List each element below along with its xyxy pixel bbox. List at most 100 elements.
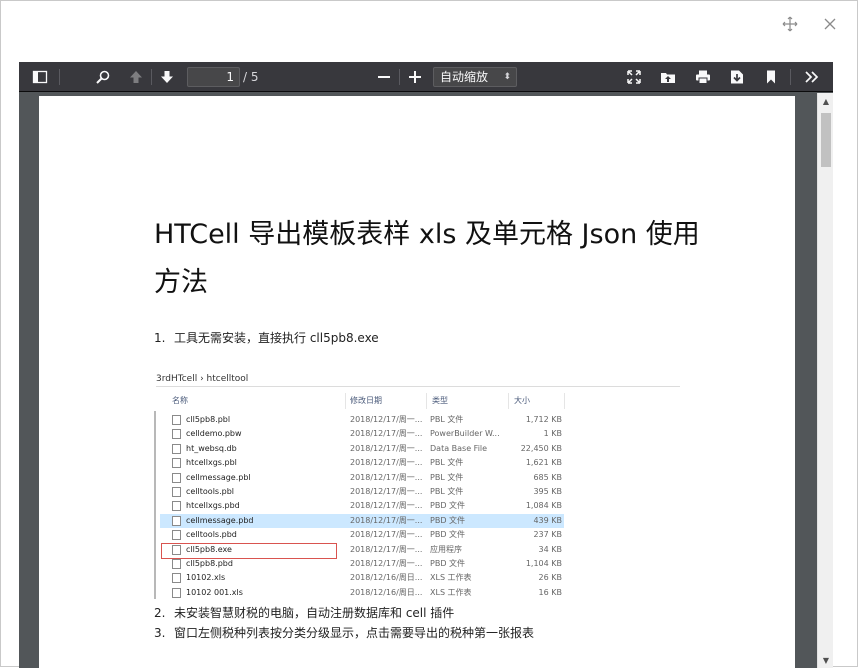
file-icon — [172, 515, 181, 526]
file-row[interactable]: htcellxgs.pbd 2018/12/17/周一... PBD 文件 1,084… — [160, 499, 564, 513]
file-row[interactable]: 10102 001.xls 2018/12/16/周日... XLS 工作表 16 K… — [160, 586, 564, 599]
file-date: 2018/12/17/周一... — [350, 443, 423, 453]
highlight-box — [161, 543, 337, 559]
file-name: celltools.pbl — [186, 487, 235, 496]
file-row[interactable]: ht_websq.db 2018/12/17/周一... Data Base Fil… — [160, 442, 564, 456]
file-type: PBL 文件 — [430, 458, 464, 468]
breadcrumb: 3rdHTcell › htcelltool — [156, 371, 680, 387]
presentation-mode-icon[interactable] — [623, 66, 645, 88]
explorer-screenshot: 3rdHTcell › htcelltool 名称 修改日期 类型 大小 cll… — [154, 371, 680, 599]
zoom-in-button[interactable] — [404, 66, 426, 88]
zoom-value: 自动缩放 — [440, 70, 489, 84]
column-header-size: 大小 — [514, 396, 530, 405]
move-icon[interactable] — [781, 15, 799, 33]
document-title: HTCell 导出模板表样 xls 及单元格 Json 使用方法 — [154, 219, 700, 298]
bookmark-icon[interactable] — [760, 66, 782, 88]
scroll-down-icon[interactable]: ▼ — [818, 652, 833, 668]
file-date: 2018/12/17/周一... — [350, 429, 423, 439]
file-icon — [172, 458, 181, 469]
file-date: 2018/12/17/周一... — [350, 501, 423, 511]
step-text: 窗口左侧税种列表按分类分级显示，点击需要导出的税种第一张报表 — [174, 626, 535, 640]
file-name: cll5pb8.pbl — [186, 415, 231, 424]
open-file-icon[interactable] — [657, 66, 679, 88]
file-date: 2018/12/16/周日... — [350, 573, 423, 583]
step-2: 2. 未安装智慧财税的电脑，自动注册数据库和 cell 插件 — [154, 604, 454, 621]
file-row[interactable]: cll5pb8.pbl 2018/12/17/周一... PBL 文件 1,712 K… — [160, 413, 564, 427]
file-name: cellmessage.pbd — [186, 515, 254, 525]
file-type: 应用程序 — [430, 544, 462, 554]
step-text: 工具无需安装，直接执行 cll5pb8.exe — [174, 331, 379, 345]
file-name: 10102 001.xls — [186, 587, 243, 597]
file-size: 1,084 KB — [525, 501, 562, 511]
document-area[interactable]: HTCell 导出模板表样 xls 及单元格 Json 使用方法 1. 工具无需安… — [19, 93, 817, 668]
file-icon — [172, 530, 181, 541]
page-number-input[interactable]: 1 — [187, 67, 240, 87]
pdf-page: HTCell 导出模板表样 xls 及单元格 Json 使用方法 1. 工具无需安… — [39, 96, 795, 668]
print-icon[interactable] — [692, 66, 714, 88]
pdf-viewer: 1 / 5 自动缩放 ⬍ HTCell 导出模板表样 xls 及单元格 Json… — [19, 62, 833, 668]
file-row[interactable]: celltools.pbd 2018/12/17/周一... PBD 文件 237 K… — [160, 528, 564, 542]
file-size: 1,712 KB — [525, 415, 562, 424]
file-row[interactable]: htcellxgs.pbl 2018/12/17/周一... PBL 文件 1,621… — [160, 456, 564, 470]
file-name: 10102.xls — [186, 573, 226, 583]
column-divider — [564, 393, 565, 409]
file-type: PBD 文件 — [430, 530, 466, 540]
file-date: 2018/12/17/周一... — [350, 472, 423, 482]
file-name: celltools.pbd — [186, 530, 237, 540]
step-number: 1. — [154, 331, 166, 345]
toolbar-divider — [790, 69, 791, 85]
file-date: 2018/12/17/周一... — [350, 515, 423, 525]
file-size: 16 KB — [538, 587, 562, 597]
scroll-up-icon[interactable]: ▲ — [818, 93, 833, 109]
step-3: 3. 窗口左侧税种列表按分类分级显示，点击需要导出的税种第一张报表 — [154, 624, 534, 641]
file-name: htcellxgs.pbl — [186, 458, 237, 468]
column-divider — [426, 393, 427, 409]
tools-menu-icon[interactable] — [801, 66, 823, 88]
scroll-thumb[interactable] — [821, 113, 831, 167]
file-size: 26 KB — [538, 573, 562, 583]
next-page-icon[interactable] — [156, 66, 178, 88]
zoom-out-button[interactable] — [373, 66, 395, 88]
file-row[interactable]: cll5pb8.pbd 2018/12/17/周一... PBD 文件 1,104 K… — [160, 557, 564, 571]
close-icon[interactable] — [821, 15, 839, 33]
file-icon — [172, 472, 181, 483]
file-size: 685 KB — [533, 472, 562, 482]
file-type: XLS 工作表 — [430, 573, 472, 583]
vertical-scrollbar[interactable]: ▲ ▼ — [817, 93, 833, 668]
file-size: 395 KB — [533, 487, 562, 496]
file-type: PowerBuilder W... — [430, 429, 500, 439]
file-name: ht_websq.db — [186, 443, 237, 453]
column-header-name: 名称 — [172, 396, 188, 405]
step-number: 2. — [154, 606, 166, 620]
file-row[interactable]: celldemo.pbw 2018/12/17/周一... PowerBuilder… — [160, 427, 564, 441]
file-icon — [172, 415, 181, 425]
toolbar-divider — [151, 69, 152, 85]
file-icon — [172, 429, 181, 440]
file-name: htcellxgs.pbd — [186, 501, 240, 511]
file-size: 1,621 KB — [525, 458, 562, 468]
file-icon — [172, 587, 181, 598]
previous-page-icon[interactable] — [125, 66, 147, 88]
download-icon[interactable] — [726, 66, 748, 88]
file-size: 34 KB — [538, 544, 562, 554]
column-header-type: 类型 — [432, 396, 448, 405]
file-size: 439 KB — [533, 515, 562, 525]
file-date: 2018/12/17/周一... — [350, 415, 423, 424]
chevron-updown-icon: ⬍ — [503, 72, 511, 82]
page-total-label: / 5 — [243, 70, 259, 84]
column-header-date: 修改日期 — [350, 396, 382, 405]
sidebar-toggle-icon[interactable] — [29, 66, 51, 88]
file-size: 1,104 KB — [525, 559, 562, 568]
file-name: celldemo.pbw — [186, 429, 242, 439]
search-icon[interactable] — [92, 66, 114, 88]
file-date: 2018/12/17/周一... — [350, 487, 423, 496]
file-row[interactable]: celltools.pbl 2018/12/17/周一... PBL 文件 395 K… — [160, 485, 564, 499]
explorer-scrollbar — [154, 411, 156, 599]
file-type: PBL 文件 — [430, 472, 464, 482]
column-divider — [508, 393, 509, 409]
file-row[interactable]: cellmessage.pbl 2018/12/17/周一... PBL 文件 685… — [160, 471, 564, 485]
file-row[interactable]: 10102.xls 2018/12/16/周日... XLS 工作表 26 KB — [160, 571, 564, 585]
zoom-select[interactable]: 自动缩放 ⬍ — [433, 67, 517, 87]
toolbar-divider — [399, 69, 400, 85]
file-row[interactable]: cellmessage.pbd 2018/12/17/周一... PBD 文件 439… — [160, 513, 564, 528]
